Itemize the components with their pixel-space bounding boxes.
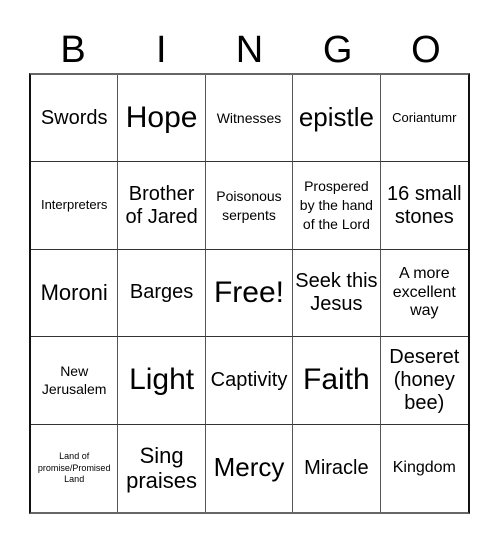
- bingo-cell[interactable]: A more excellent way: [380, 250, 468, 338]
- bingo-cell[interactable]: Witnesses: [205, 75, 294, 163]
- bingo-grid: Swords Hope Witnesses epistle Coriantumr…: [29, 73, 470, 514]
- bingo-cell[interactable]: 16 small stones: [380, 162, 468, 250]
- bingo-cell[interactable]: Barges: [118, 249, 206, 338]
- bingo-cell[interactable]: Faith: [293, 337, 381, 425]
- free-space-cell[interactable]: Free!: [205, 249, 294, 338]
- header-letter-i: I: [156, 29, 167, 71]
- header-letter-n: N: [235, 29, 264, 71]
- header-letter-o: O: [411, 29, 441, 71]
- bingo-cell[interactable]: Captivity: [205, 337, 294, 425]
- bingo-cell[interactable]: epistle: [293, 75, 381, 163]
- bingo-cell[interactable]: Hope: [118, 75, 206, 163]
- bingo-cell[interactable]: Seek this Jesus: [293, 249, 381, 338]
- bingo-cell[interactable]: Swords: [31, 75, 119, 163]
- bingo-cell[interactable]: Land of promise/Promised Land: [31, 424, 119, 512]
- bingo-cell[interactable]: Sing praises: [118, 424, 206, 512]
- bingo-cell[interactable]: Mercy: [206, 424, 294, 512]
- bingo-cell[interactable]: Brother of Jared: [118, 162, 206, 250]
- bingo-cell[interactable]: New Jerusalem: [31, 337, 119, 425]
- bingo-cell[interactable]: Interpreters: [31, 162, 119, 250]
- bingo-header: B I N G O: [29, 28, 470, 72]
- bingo-cell[interactable]: Deseret (honey bee): [380, 337, 468, 425]
- bingo-cell[interactable]: Kingdom: [381, 425, 468, 512]
- bingo-cell[interactable]: Light: [118, 337, 206, 425]
- bingo-cell[interactable]: Poisonous serpents: [205, 162, 294, 250]
- bingo-cell[interactable]: Coriantumr: [380, 75, 468, 163]
- bingo-cell[interactable]: Moroni: [31, 249, 119, 338]
- bingo-cell[interactable]: Prospered by the hand of the Lord: [293, 162, 381, 250]
- header-letter-b: B: [60, 29, 86, 71]
- header-letter-g: G: [322, 29, 353, 71]
- bingo-cell[interactable]: Miracle: [293, 424, 381, 512]
